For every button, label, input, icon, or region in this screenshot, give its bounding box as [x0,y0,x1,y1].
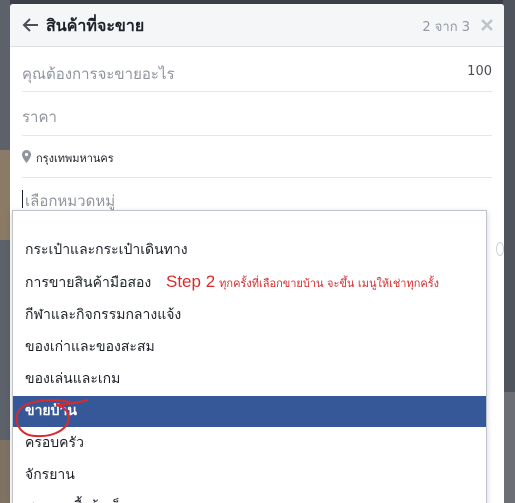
category-dropdown: กระเป๋าและกระเป๋าเดินทาง การขายสินค้ามือ… [12,210,487,503]
char-counter: 100 [467,64,492,79]
annotation-step-label: Step 2 [166,272,216,291]
dialog-title: สินค้าที่จะขาย [46,16,145,35]
item-name-placeholder: คุณต้องการจะขายอะไร [22,65,175,83]
category-option[interactable]: ครอบครัว [13,428,486,459]
category-option[interactable]: กระเป๋าและกระเป๋าเดินทาง [13,235,486,266]
background-photo-strip [0,440,10,503]
item-name-field[interactable]: คุณต้องการจะขายอะไร 100 [22,49,492,92]
category-option[interactable]: ของเล่นและเกม [13,364,486,395]
close-icon[interactable] [480,18,494,32]
category-option[interactable]: ของเก่าและของสะสม [13,332,486,363]
price-placeholder: ราคา [22,108,57,126]
location-value: กรุงเทพมหานคร [36,152,114,165]
category-option[interactable]: ชุดและเสื้อผ้าเด็ก [13,492,486,503]
annotation-note: ทุกครั้งที่เลือกขายบ้าน จะขึ้น เมนูให้เช… [219,277,440,290]
price-field[interactable]: ราคา [22,92,492,136]
background-photo-strip [0,150,10,240]
category-option[interactable]: กีฬาและกิจกรรมกลางแจ้ง [13,300,486,331]
dialog-header: สินค้าที่จะขาย 2 จาก 3 [10,4,504,47]
info-icon [496,242,504,256]
category-option-selected[interactable]: ขายบ้าน [13,396,486,427]
annotation: Step 2 ทุกครั้งที่เลือกขายบ้าน จะขึ้น เมน… [166,272,439,292]
location-field[interactable]: กรุงเทพมหานคร [22,136,492,178]
location-pin-icon [22,150,31,163]
text-caret [22,190,23,208]
background-left [0,0,10,503]
back-arrow-icon[interactable] [22,16,40,34]
background-right-card [503,392,515,503]
step-indicator: 2 จาก 3 [422,20,470,35]
category-option[interactable]: จักรยาน [13,460,486,491]
